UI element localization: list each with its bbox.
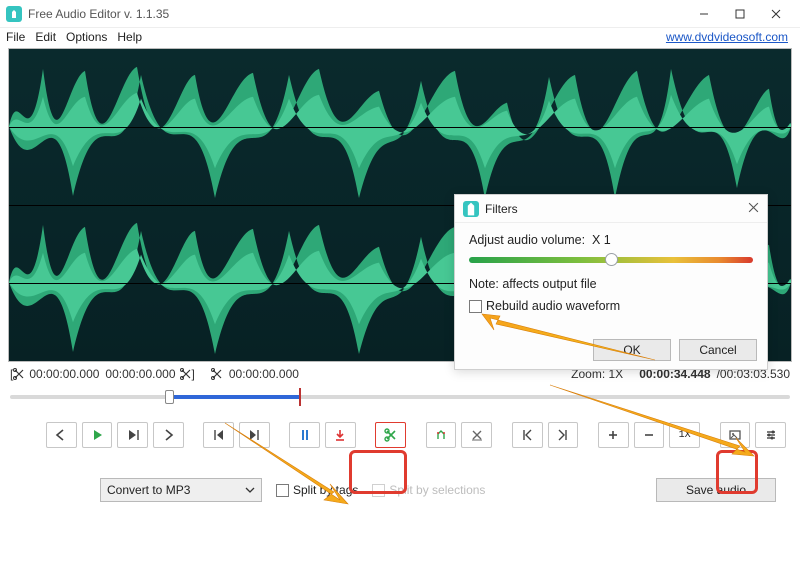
zoom-in-button[interactable] bbox=[598, 422, 629, 448]
rebuild-waveform-checkbox[interactable]: Rebuild audio waveform bbox=[469, 299, 620, 313]
selection-end-time: 00:00:00.000 bbox=[105, 367, 175, 381]
download-marker-button[interactable] bbox=[325, 422, 356, 448]
volume-note: Note: affects output file bbox=[469, 277, 753, 291]
menu-file[interactable]: File bbox=[6, 30, 25, 44]
filters-button[interactable] bbox=[755, 422, 786, 448]
app-logo-icon bbox=[463, 201, 479, 217]
prev-marker-button[interactable] bbox=[203, 422, 234, 448]
chevron-down-icon bbox=[243, 483, 257, 497]
selection-start-time: 00:00:00.000 bbox=[29, 367, 99, 381]
menu-options[interactable]: Options bbox=[66, 30, 107, 44]
app-logo-icon bbox=[6, 6, 22, 22]
cursor-time: 00:00:00.000 bbox=[229, 367, 299, 381]
toolbar: 1X bbox=[0, 420, 800, 450]
skip-forward-button[interactable] bbox=[153, 422, 184, 448]
trim-button[interactable] bbox=[426, 422, 457, 448]
dialog-title: Filters bbox=[485, 202, 518, 216]
image-tags-button[interactable] bbox=[720, 422, 751, 448]
export-bar: Convert to MP3 Split by tags Split by se… bbox=[0, 468, 800, 502]
close-button[interactable] bbox=[758, 2, 794, 26]
format-value: Convert to MP3 bbox=[107, 483, 190, 497]
maximize-button[interactable] bbox=[722, 2, 758, 26]
slider-thumb[interactable] bbox=[165, 390, 174, 404]
ok-button[interactable]: OK bbox=[593, 339, 671, 361]
vendor-link[interactable]: www.dvdvideosoft.com bbox=[666, 30, 788, 44]
volume-slider[interactable] bbox=[469, 257, 753, 263]
position-slider[interactable] bbox=[10, 386, 790, 412]
goto-end-button[interactable] bbox=[548, 422, 579, 448]
split-by-tags-checkbox[interactable]: Split by tags bbox=[276, 483, 358, 498]
dialog-close-button[interactable] bbox=[748, 202, 759, 216]
scissors-icon bbox=[180, 368, 192, 380]
window-title: Free Audio Editor v. 1.1.35 bbox=[28, 7, 686, 21]
bracket-right-icon: ] bbox=[192, 367, 195, 381]
cancel-button[interactable]: Cancel bbox=[679, 339, 757, 361]
scissors-icon bbox=[211, 368, 223, 380]
menubar: File Edit Options Help www.dvdvideosoft.… bbox=[0, 28, 800, 48]
menu-edit[interactable]: Edit bbox=[35, 30, 56, 44]
volume-value: X 1 bbox=[592, 233, 611, 247]
zoom-reset-button[interactable]: 1X bbox=[669, 422, 700, 448]
delete-cut-button[interactable] bbox=[461, 422, 492, 448]
next-marker-button[interactable] bbox=[239, 422, 270, 448]
save-audio-button[interactable]: Save audio bbox=[656, 478, 776, 502]
scissors-icon bbox=[13, 368, 25, 380]
play-button[interactable] bbox=[82, 422, 113, 448]
goto-start-button[interactable] bbox=[512, 422, 543, 448]
play-selection-button[interactable] bbox=[117, 422, 148, 448]
zoom-out-button[interactable] bbox=[634, 422, 665, 448]
menu-help[interactable]: Help bbox=[117, 30, 142, 44]
format-select[interactable]: Convert to MP3 bbox=[100, 478, 262, 502]
filters-dialog: Filters Adjust audio volume: X 1 Note: a… bbox=[454, 194, 768, 370]
volume-label: Adjust audio volume: bbox=[469, 233, 585, 247]
split-by-selections-checkbox: Split by selections bbox=[372, 483, 485, 498]
skip-back-button[interactable] bbox=[46, 422, 77, 448]
volume-thumb[interactable] bbox=[605, 253, 618, 266]
pause-marker-button[interactable] bbox=[289, 422, 320, 448]
cut-button[interactable] bbox=[375, 422, 406, 448]
titlebar: Free Audio Editor v. 1.1.35 bbox=[0, 0, 800, 28]
minimize-button[interactable] bbox=[686, 2, 722, 26]
